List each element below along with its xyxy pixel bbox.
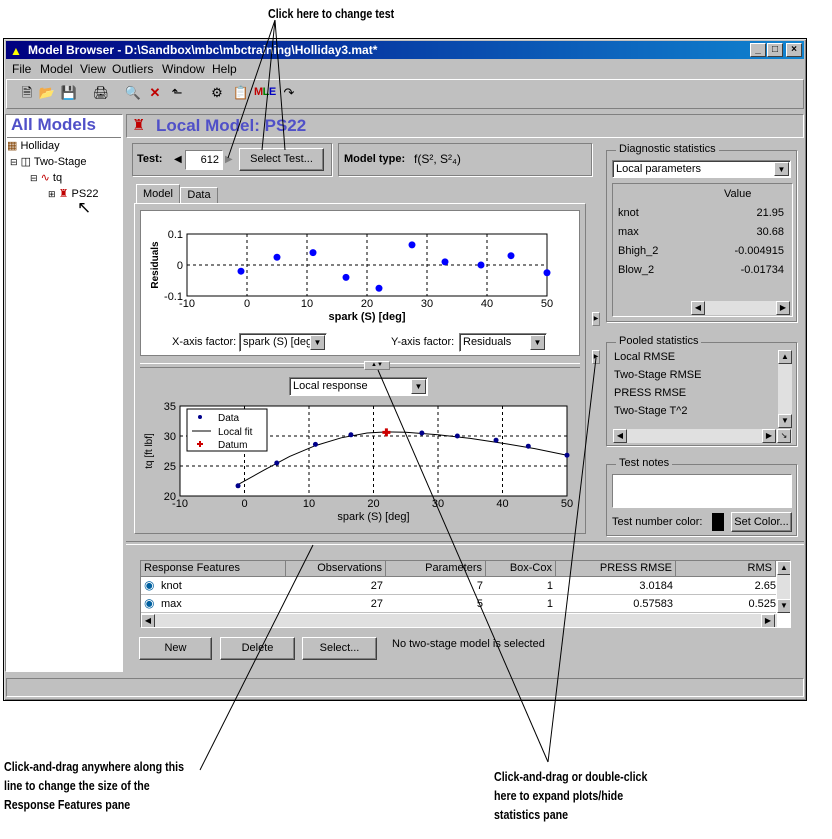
callout-line [547, 357, 597, 763]
callout-line [199, 544, 314, 771]
annotation-line: line to change the size of the [4, 778, 150, 793]
annotation-line: Click-and-drag or double-click [494, 769, 648, 784]
callout-line [274, 19, 286, 151]
callout-lines [199, 19, 597, 771]
annotation-drag-line: Click-and-drag anywhere along this line … [4, 757, 184, 814]
annotation-line: statistics pane [494, 807, 569, 822]
annotation-line: Response Features pane [4, 797, 131, 812]
annotation-line: here to expand plots/hide [494, 788, 624, 803]
annotation-line: Click-and-drag anywhere along this [4, 759, 185, 774]
callout-line [377, 369, 549, 763]
annotation-expand-plots: Click-and-drag or double-click here to e… [494, 767, 647, 824]
